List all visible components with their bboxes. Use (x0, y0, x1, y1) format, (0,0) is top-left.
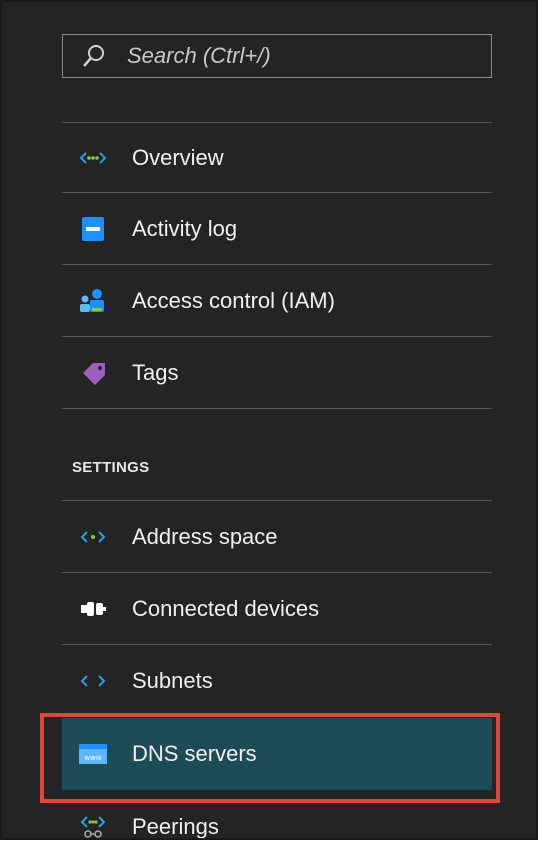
code-brackets-icon (76, 520, 110, 554)
divider (62, 336, 492, 337)
menu-item-label: Peerings (132, 814, 219, 839)
menu-item-label: Tags (132, 360, 179, 385)
menu-item-address-space[interactable]: Address space (62, 502, 492, 572)
tag-icon (76, 356, 110, 390)
menu-item-label: Activity log (132, 216, 238, 241)
search-icon (83, 45, 104, 67)
navigation-panel: Search (Ctrl+/) Overview Activity log Ac… (0, 0, 538, 840)
divider (62, 500, 492, 501)
search-placeholder: Search (Ctrl+/) (127, 43, 271, 68)
network-arrows-icon (76, 141, 110, 175)
search-box[interactable]: Search (Ctrl+/) (62, 34, 492, 78)
plug-icon (76, 592, 110, 626)
selection-highlight-box (40, 713, 500, 803)
menu-item-tags[interactable]: Tags (62, 338, 492, 408)
log-icon (76, 212, 110, 246)
settings-heading: SETTINGS (72, 459, 150, 476)
menu-item-connected-devices[interactable]: Connected devices (62, 574, 492, 644)
menu-item-label: Subnets (132, 668, 213, 693)
menu-item-label: Address space (132, 524, 278, 549)
menu-item-access-control[interactable]: Access control (IAM) (62, 266, 492, 336)
peering-icon (76, 810, 110, 838)
menu-item-label: Access control (IAM) (132, 288, 335, 313)
menu-item-subnets[interactable]: Subnets (62, 646, 492, 716)
divider (62, 644, 492, 645)
divider (62, 572, 492, 573)
menu-item-peerings[interactable]: Peerings (62, 792, 492, 839)
menu-item-overview[interactable]: Overview (62, 123, 492, 193)
menu-item-label: Connected devices (132, 596, 320, 621)
divider (62, 192, 492, 193)
divider (62, 408, 492, 409)
users-icon (76, 284, 110, 318)
divider (62, 264, 492, 265)
code-brackets-icon (76, 664, 110, 698)
menu-item-activity-log[interactable]: Activity log (62, 194, 492, 264)
menu-item-label: Overview (132, 145, 224, 170)
